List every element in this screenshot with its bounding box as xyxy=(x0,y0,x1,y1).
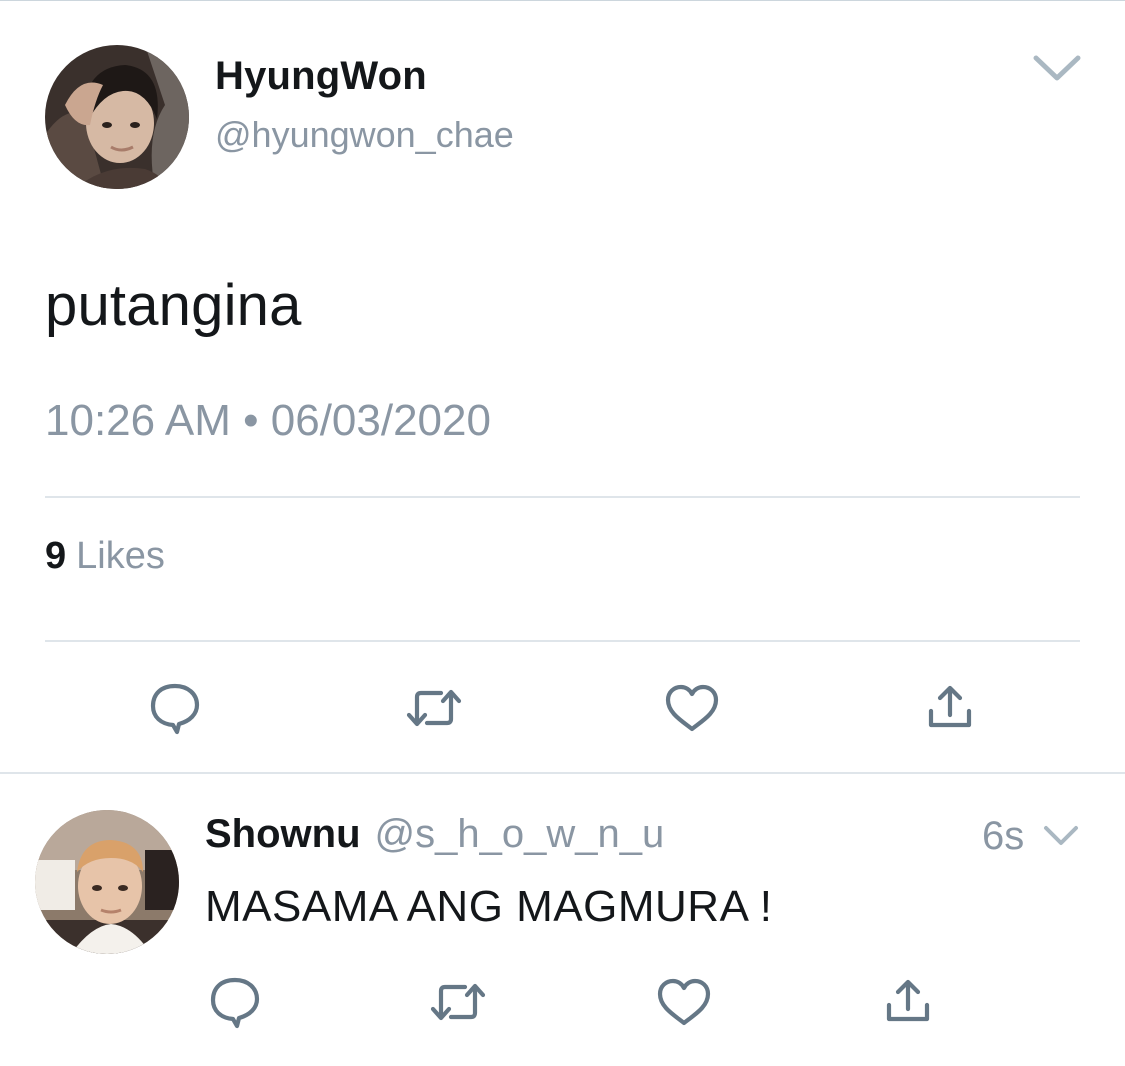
retweet-icon xyxy=(430,983,486,1021)
display-name[interactable]: Shownu xyxy=(205,812,361,856)
avatar[interactable] xyxy=(45,45,189,189)
display-name[interactable]: HyungWon xyxy=(215,54,427,99)
divider xyxy=(0,772,1125,774)
chevron-down-icon[interactable] xyxy=(1030,50,1084,86)
reply-header: Shownu @s_h_o_w_n_u xyxy=(205,812,664,857)
retweet-button[interactable] xyxy=(428,972,488,1032)
divider xyxy=(45,640,1080,642)
likes-label: Likes xyxy=(76,535,165,577)
avatar[interactable] xyxy=(35,810,179,954)
likes-number: 9 xyxy=(45,535,67,577)
heart-icon xyxy=(665,684,719,732)
reply-bubble-icon xyxy=(210,977,260,1029)
user-handle[interactable]: @hyungwon_chae xyxy=(215,114,514,156)
retweet-icon xyxy=(406,689,462,727)
reply-button[interactable] xyxy=(205,972,265,1032)
heart-icon xyxy=(657,978,711,1026)
reply-bubble-icon xyxy=(150,683,200,735)
like-button[interactable] xyxy=(662,678,722,738)
reply-button[interactable] xyxy=(145,678,205,738)
chevron-down-icon[interactable] xyxy=(1042,822,1080,850)
divider xyxy=(45,496,1080,498)
share-icon xyxy=(928,685,972,728)
reply-text: MASAMA ANG MAGMURA ! xyxy=(205,882,773,931)
likes-count[interactable]: 9 Likes xyxy=(45,535,165,578)
tweet-timestamp: 10:26 AM • 06/03/2020 xyxy=(45,396,491,445)
retweet-button[interactable] xyxy=(404,678,464,738)
share-icon xyxy=(886,979,930,1022)
user-handle[interactable]: @s_h_o_w_n_u xyxy=(375,812,665,856)
tweet-text: putangina xyxy=(45,273,302,338)
share-button[interactable] xyxy=(878,972,938,1032)
reply-time: 6s xyxy=(982,814,1025,858)
share-button[interactable] xyxy=(920,678,980,738)
like-button[interactable] xyxy=(654,972,714,1032)
top-divider xyxy=(0,0,1125,1)
